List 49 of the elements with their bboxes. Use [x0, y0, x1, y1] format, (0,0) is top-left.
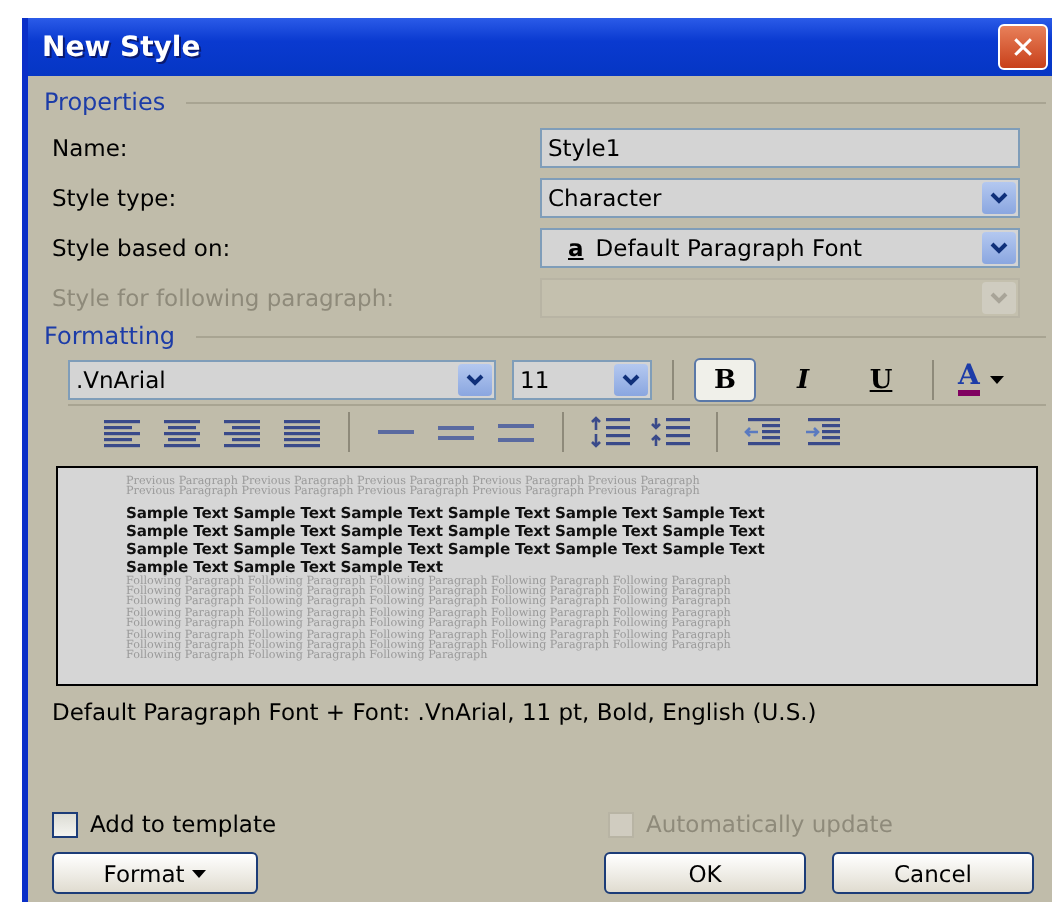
decrease-spacing-icon	[650, 416, 690, 448]
field-label: Name:	[50, 133, 130, 161]
field-label: Style based on:	[50, 233, 233, 261]
field-value: Character	[548, 183, 664, 211]
chevron-down-icon	[990, 241, 1008, 253]
align-left-icon	[104, 416, 140, 448]
chevron-down-icon	[990, 291, 1008, 303]
font-value: .VnArial	[76, 366, 168, 394]
character-style-icon: a	[568, 233, 584, 261]
dialog-button[interactable]: Format	[52, 852, 258, 894]
align-center-icon	[164, 416, 200, 448]
field-value: Default Paragraph Font	[595, 233, 865, 261]
increase-indent-icon	[804, 416, 844, 448]
size-dropdown[interactable]: 11	[512, 360, 652, 400]
chevron-down-icon	[622, 374, 640, 386]
align-justify-icon	[284, 416, 320, 448]
section-heading: Formatting	[44, 322, 176, 350]
dropdown-field[interactable]: a Default Paragraph Font	[540, 227, 1020, 267]
decrease-indent-icon	[744, 416, 784, 448]
bold-button[interactable]: B	[694, 358, 756, 402]
size-value: 11	[520, 366, 552, 394]
dropdown-button[interactable]	[458, 364, 492, 396]
caret-icon	[192, 869, 207, 877]
name-field[interactable]: Style1	[540, 127, 1020, 167]
double-spacing-icon	[498, 420, 534, 444]
italic-button[interactable]: I	[772, 358, 834, 402]
align-right-icon	[224, 416, 260, 448]
window-title: New Style	[42, 31, 201, 63]
chevron-down-icon	[466, 374, 484, 386]
dropdown-field[interactable]: Character	[540, 177, 1020, 217]
dialog-button[interactable]: Cancel	[832, 852, 1034, 894]
checkbox-label: Add to template	[90, 810, 277, 838]
font-dropdown[interactable]: .VnArial	[68, 360, 496, 400]
underline-button[interactable]: U	[850, 358, 912, 402]
dropdown-field[interactable]	[540, 277, 1020, 317]
section-heading: Properties	[44, 88, 166, 116]
field-label: Style type:	[50, 183, 179, 211]
style-description: Default Paragraph Font + Font: .VnArial, 11 pt, Bold, English (U.S.)	[50, 696, 819, 730]
dropdown-button[interactable]	[982, 231, 1016, 263]
increase-spacing-icon	[590, 416, 630, 448]
checkbox[interactable]	[52, 811, 78, 837]
caret-icon	[989, 376, 1004, 384]
dialog-button[interactable]: OK	[604, 852, 806, 894]
font-color-button[interactable]: A	[954, 358, 1008, 402]
chevron-down-icon	[990, 191, 1008, 203]
dropdown-button[interactable]	[982, 181, 1016, 213]
dropdown-button[interactable]	[614, 364, 648, 396]
one-half-spacing-icon	[438, 420, 474, 444]
close-button[interactable]: ✕	[998, 24, 1048, 70]
